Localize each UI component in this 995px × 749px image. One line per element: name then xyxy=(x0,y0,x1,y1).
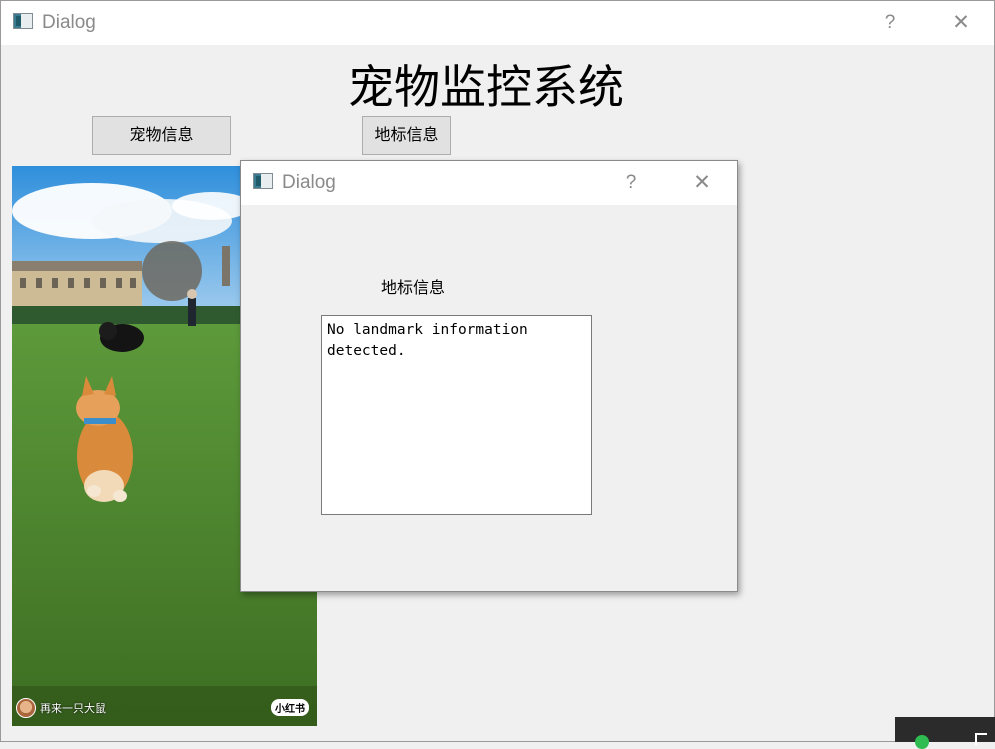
corner-icon xyxy=(975,733,987,745)
landmark-dialog: Dialog ? ✕ 地标信息 No landmark information … xyxy=(240,160,738,592)
dialog-title: Dialog xyxy=(282,172,336,193)
dialog-close-icon[interactable]: ✕ xyxy=(687,170,717,195)
help-icon[interactable]: ? xyxy=(879,12,901,34)
app-icon xyxy=(13,13,33,29)
dialog-app-icon xyxy=(253,173,273,189)
dialog-help-icon[interactable]: ? xyxy=(620,172,642,194)
main-window-title: Dialog xyxy=(42,12,96,33)
page-title: 宠物监控系统 xyxy=(348,60,624,114)
pet-info-button[interactable]: 宠物信息 xyxy=(92,116,231,155)
dialog-titlebar[interactable]: Dialog ? ✕ xyxy=(241,161,737,205)
landmark-info-button[interactable]: 地标信息 xyxy=(362,116,451,155)
landmark-result-textbox[interactable]: No landmark information detected. xyxy=(321,315,592,515)
uploader-avatar xyxy=(16,698,36,718)
photo-caption: 再来一只大鼠 xyxy=(40,702,106,715)
close-icon[interactable]: ✕ xyxy=(946,10,976,35)
main-titlebar[interactable]: Dialog ? ✕ xyxy=(1,1,994,45)
taskbar-fragment xyxy=(895,717,995,749)
landmark-info-label: 地标信息 xyxy=(381,278,446,297)
xiaohongshu-logo: 小红书 xyxy=(271,699,309,716)
status-dot-icon xyxy=(915,735,929,749)
